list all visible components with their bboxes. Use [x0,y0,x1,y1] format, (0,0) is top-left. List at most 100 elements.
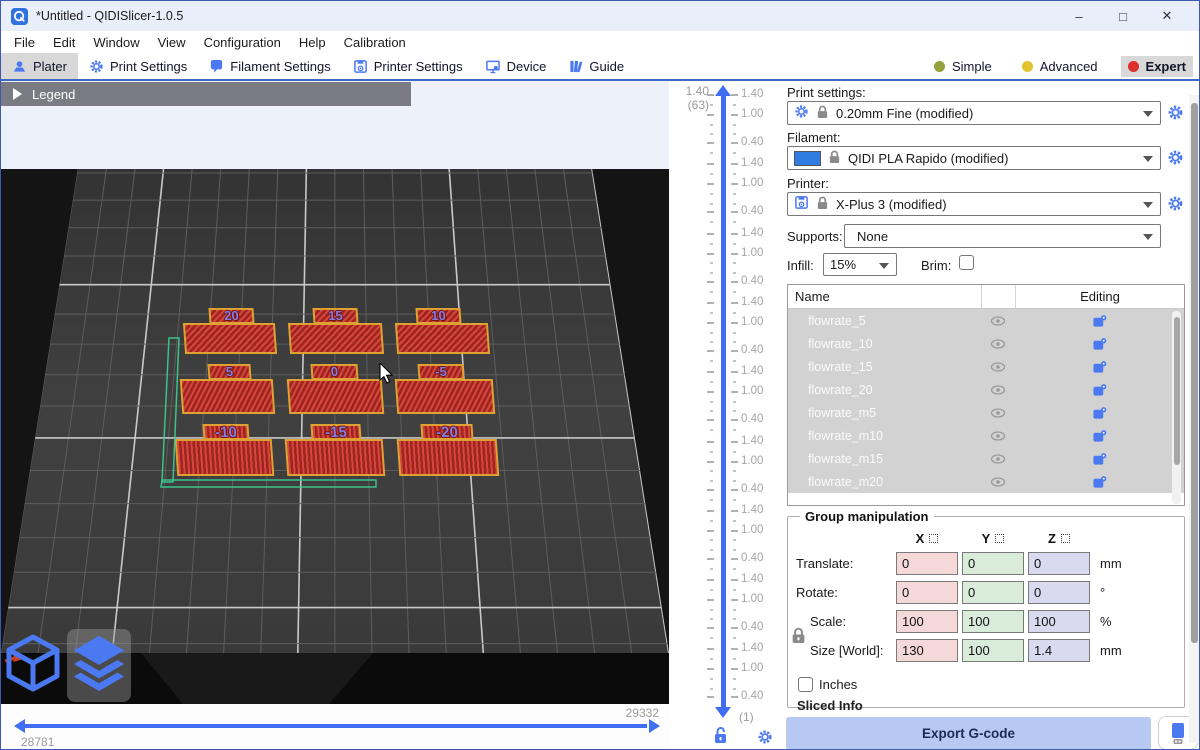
object-row-flowrate-5[interactable]: flowrate_5 [788,309,1184,332]
edit-object-icon[interactable] [1015,406,1184,420]
inches-checkbox[interactable] [798,677,813,692]
name-column-header[interactable]: Name [788,289,981,304]
tile-tab-20[interactable]: 20 [208,308,254,324]
eye-icon[interactable] [981,406,1015,420]
printer-value: X-Plus 3 (modified) [836,197,947,212]
slider-settings-gear-icon[interactable] [757,729,773,750]
scale-z-field[interactable]: 100 [1028,610,1090,633]
object-row-flowrate-20[interactable]: flowrate_20 [788,378,1184,401]
tile-tab--5[interactable]: -5 [417,364,464,380]
object-row-flowrate-m20[interactable]: flowrate_m20 [788,470,1184,493]
moves-slider-track[interactable] [25,724,647,728]
tile-tab-10[interactable]: 10 [415,308,461,324]
flowrate-tile-10[interactable] [395,323,490,354]
edit-object-icon[interactable] [1015,314,1184,328]
supports-combo[interactable]: None [844,224,1161,248]
infill-combo[interactable]: 15% [823,253,897,276]
eye-icon[interactable] [981,429,1015,443]
close-button[interactable]: ✕ [1145,1,1189,31]
eye-icon[interactable] [981,360,1015,374]
axis-select-icon[interactable] [1061,534,1070,543]
size-world--y-field[interactable]: 100 [962,639,1024,662]
flowrate-tile--20[interactable] [397,439,500,476]
object-row-flowrate-m15[interactable]: flowrate_m15 [788,447,1184,470]
edit-print-settings-gear-icon[interactable] [1167,104,1185,122]
tile-tab--20[interactable]: -20 [420,424,473,440]
layer-slider-bottom-handle[interactable] [715,707,731,718]
flowrate-tile--5[interactable] [395,379,495,414]
tab-filament-settings[interactable]: Filament Settings [198,53,341,79]
edit-object-icon[interactable] [1015,337,1184,351]
edit-object-icon[interactable] [1015,429,1184,443]
eye-icon[interactable] [981,314,1015,328]
filament-combo[interactable]: QIDI PLA Rapido (modified) [787,146,1161,170]
unlock-icon[interactable] [713,726,729,749]
view-mode-toggles [3,629,133,701]
size-world--z-field[interactable]: 1.4 [1028,639,1090,662]
mode-simple[interactable]: Simple [927,56,999,77]
visibility-column-header[interactable] [981,285,1015,308]
scale-y-field[interactable]: 100 [962,610,1024,633]
preview-view-button[interactable] [67,629,131,702]
tab-device[interactable]: Device [474,53,558,79]
edit-printer-gear-icon[interactable] [1167,195,1185,213]
menu-help[interactable]: Help [290,35,335,50]
eye-icon[interactable] [981,475,1015,489]
mode-dot-icon [1128,61,1139,72]
menu-file[interactable]: File [5,35,44,50]
menu-edit[interactable]: Edit [44,35,84,50]
chevron-down-icon [1143,234,1153,240]
maximize-button[interactable]: □ [1101,1,1145,31]
legend-toggle[interactable]: Legend [1,82,411,106]
uniform-scale-lock-icon[interactable] [791,627,806,649]
edit-filament-gear-icon[interactable] [1167,149,1185,167]
menu-configuration[interactable]: Configuration [195,35,290,50]
eye-icon[interactable] [981,383,1015,397]
minimize-button[interactable]: – [1057,1,1101,31]
panel-scrollbar[interactable] [1189,95,1200,743]
tab-guide[interactable]: Guide [557,53,635,79]
translate-z-field[interactable]: 0 [1028,552,1090,575]
menu-view[interactable]: View [149,35,195,50]
menu-window[interactable]: Window [84,35,148,50]
export-gcode-button[interactable]: Export G-code [786,717,1151,750]
viewport-3d[interactable]: 20151050-5-10-15-20 Legend [1,81,669,704]
translate-y-field[interactable]: 0 [962,552,1024,575]
mode-advanced[interactable]: Advanced [1015,56,1105,77]
object-row-flowrate-10[interactable]: flowrate_10 [788,332,1184,355]
tab-print-settings[interactable]: Print Settings [78,53,198,79]
rotate-y-field[interactable]: 0 [962,581,1024,604]
tile-tab-15[interactable]: 15 [312,308,358,324]
mode-expert[interactable]: Expert [1121,56,1193,77]
filament-value: QIDI PLA Rapido (modified) [848,151,1008,166]
eye-icon[interactable] [981,337,1015,351]
translate-x-field[interactable]: 0 [896,552,958,575]
edit-object-icon[interactable] [1015,475,1184,489]
moves-slider-right-handle[interactable] [649,719,660,733]
printer-combo[interactable]: X-Plus 3 (modified) [787,192,1161,216]
object-row-flowrate-15[interactable]: flowrate_15 [788,355,1184,378]
scale-x-field[interactable]: 100 [896,610,958,633]
editing-column-header[interactable]: Editing [1015,285,1184,308]
eye-icon[interactable] [981,452,1015,466]
menu-calibration[interactable]: Calibration [335,35,415,50]
edit-object-icon[interactable] [1015,383,1184,397]
object-row-flowrate-m10[interactable]: flowrate_m10 [788,424,1184,447]
object-row-flowrate-m5[interactable]: flowrate_m5 [788,401,1184,424]
layer-slider-track[interactable] [721,94,726,707]
rotate-x-field[interactable]: 0 [896,581,958,604]
object-list-scrollbar[interactable] [1172,311,1181,504]
editor-view-button[interactable] [3,631,63,700]
infill-value: 15% [830,257,856,272]
tab-plater[interactable]: Plater [1,53,78,79]
edit-object-icon[interactable] [1015,452,1184,466]
edit-object-icon[interactable] [1015,360,1184,374]
tab-printer-settings[interactable]: Printer Settings [342,53,474,79]
print-settings-combo[interactable]: 0.20mm Fine (modified) [787,101,1161,125]
size-world--x-field[interactable]: 130 [896,639,958,662]
axis-select-icon[interactable] [995,534,1004,543]
brim-checkbox[interactable] [959,255,974,270]
axis-select-icon[interactable] [929,534,938,543]
rotate-z-field[interactable]: 0 [1028,581,1090,604]
moves-slider-left-handle[interactable] [14,719,25,733]
